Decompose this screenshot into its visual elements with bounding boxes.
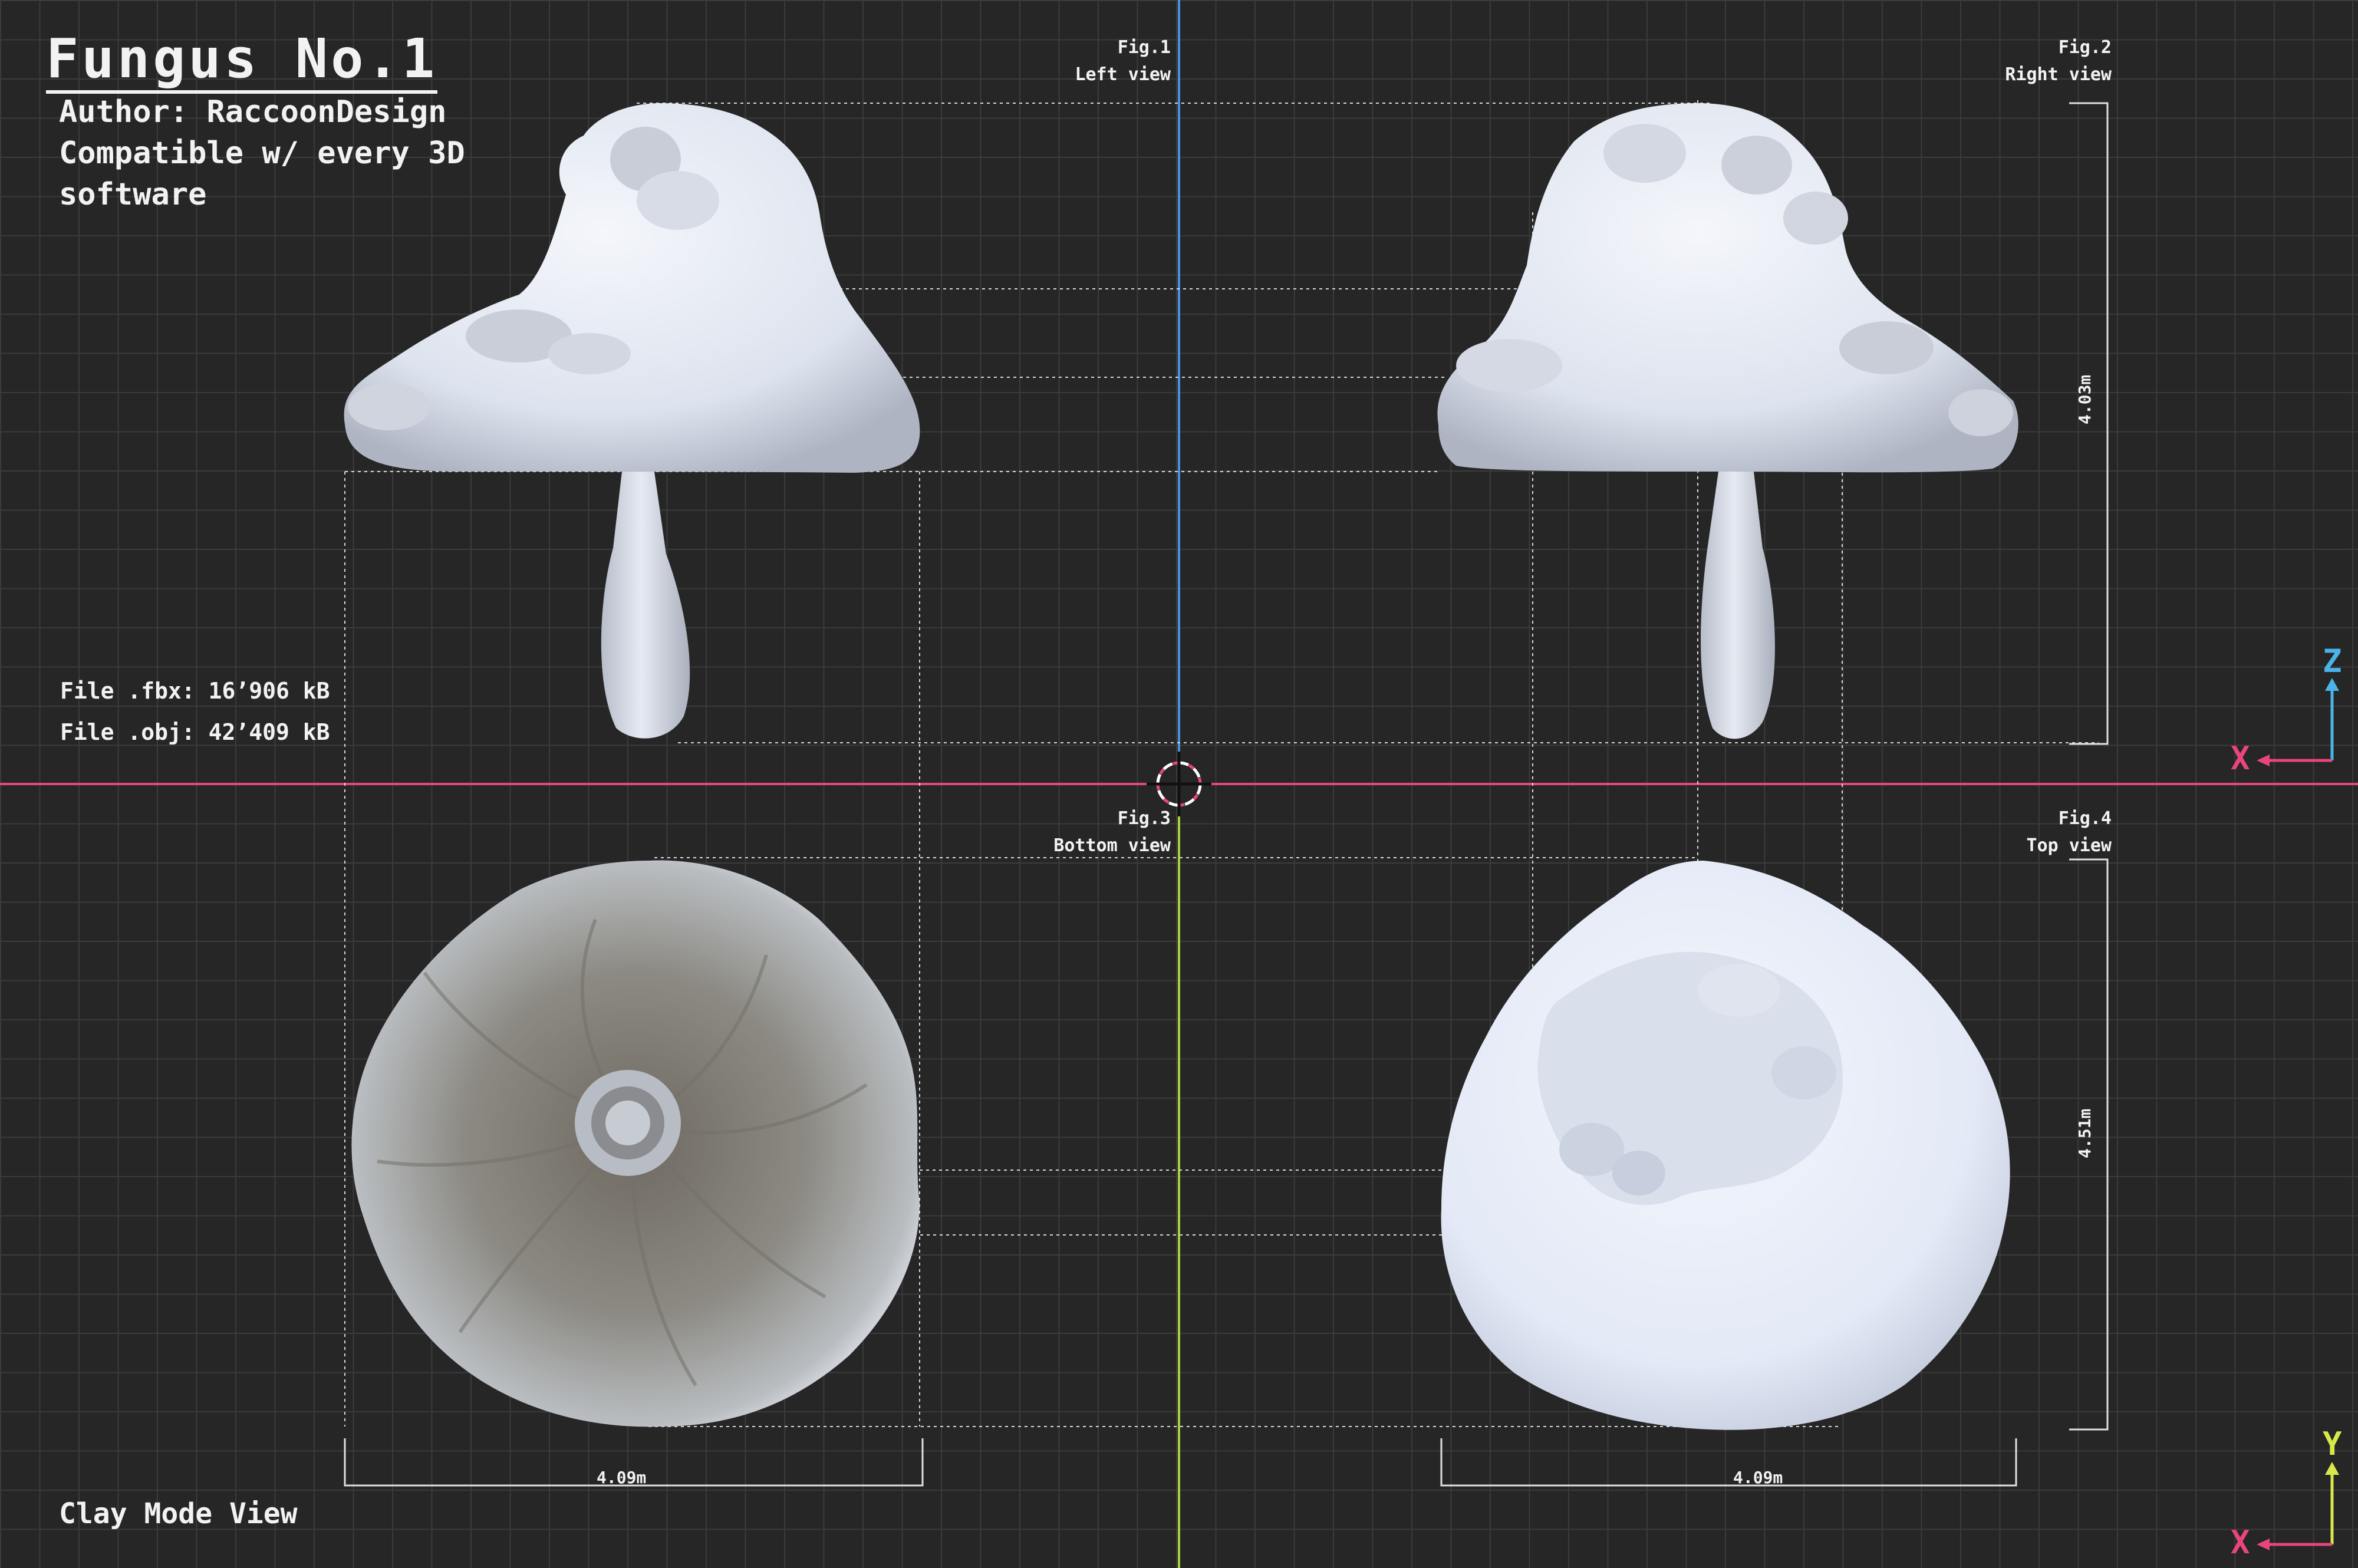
width-dimension-bottom: 4.09m [597, 1468, 647, 1487]
y-axis-icon: Y [2323, 1425, 2342, 1462]
fig2-label: Fig.2 Right view [2005, 34, 2112, 88]
fig3-number: Fig.3 [1117, 808, 1171, 829]
fig1-number: Fig.1 [1117, 37, 1171, 58]
file-fbx-size: File .fbx: 16’906 kB [60, 678, 330, 704]
x-axis-icon: X [2231, 740, 2250, 777]
file-obj-size: File .obj: 42’409 kB [60, 719, 330, 745]
height-dimension-side: 4.03m [2075, 374, 2094, 424]
height-dimension-top: 4.51m [2075, 1108, 2094, 1158]
mushroom-top-view [1441, 861, 2010, 1430]
fig4-view-name: Top view [2026, 835, 2112, 856]
fig3-label: Fig.3 Bottom view [1053, 805, 1171, 859]
fig4-number: Fig.4 [2058, 808, 2112, 829]
z-axis-icon: Z [2323, 643, 2342, 680]
width-dimension-top: 4.09m [1733, 1468, 1783, 1487]
axis-gizmo-upper [2257, 678, 2339, 766]
compatibility-text-line2: software [59, 177, 207, 212]
view-mode-label: Clay Mode View [59, 1497, 298, 1530]
fig3-view-name: Bottom view [1053, 835, 1171, 856]
axis-gizmo-lower [2257, 1462, 2339, 1550]
page-title: Fungus No.1 [46, 30, 438, 94]
fig2-view-name: Right view [2005, 64, 2112, 85]
fig1-view-name: Left view [1075, 64, 1171, 85]
author-text: Author: RaccoonDesign [59, 94, 447, 130]
viewport-canvas [0, 0, 2358, 1568]
width-bracket-top [1440, 1438, 2017, 1487]
mushroom-left-view [344, 103, 920, 739]
fig4-label: Fig.4 Top view [2027, 805, 2112, 859]
fig2-number: Fig.2 [2058, 37, 2112, 58]
mushroom-right-view [1437, 103, 2018, 739]
x-axis-icon-lower: X [2231, 1524, 2250, 1561]
fig1-label: Fig.1 Left view [1075, 34, 1171, 88]
compatibility-text: Compatible w/ every 3D [59, 136, 465, 171]
mushroom-bottom-view [351, 860, 920, 1427]
